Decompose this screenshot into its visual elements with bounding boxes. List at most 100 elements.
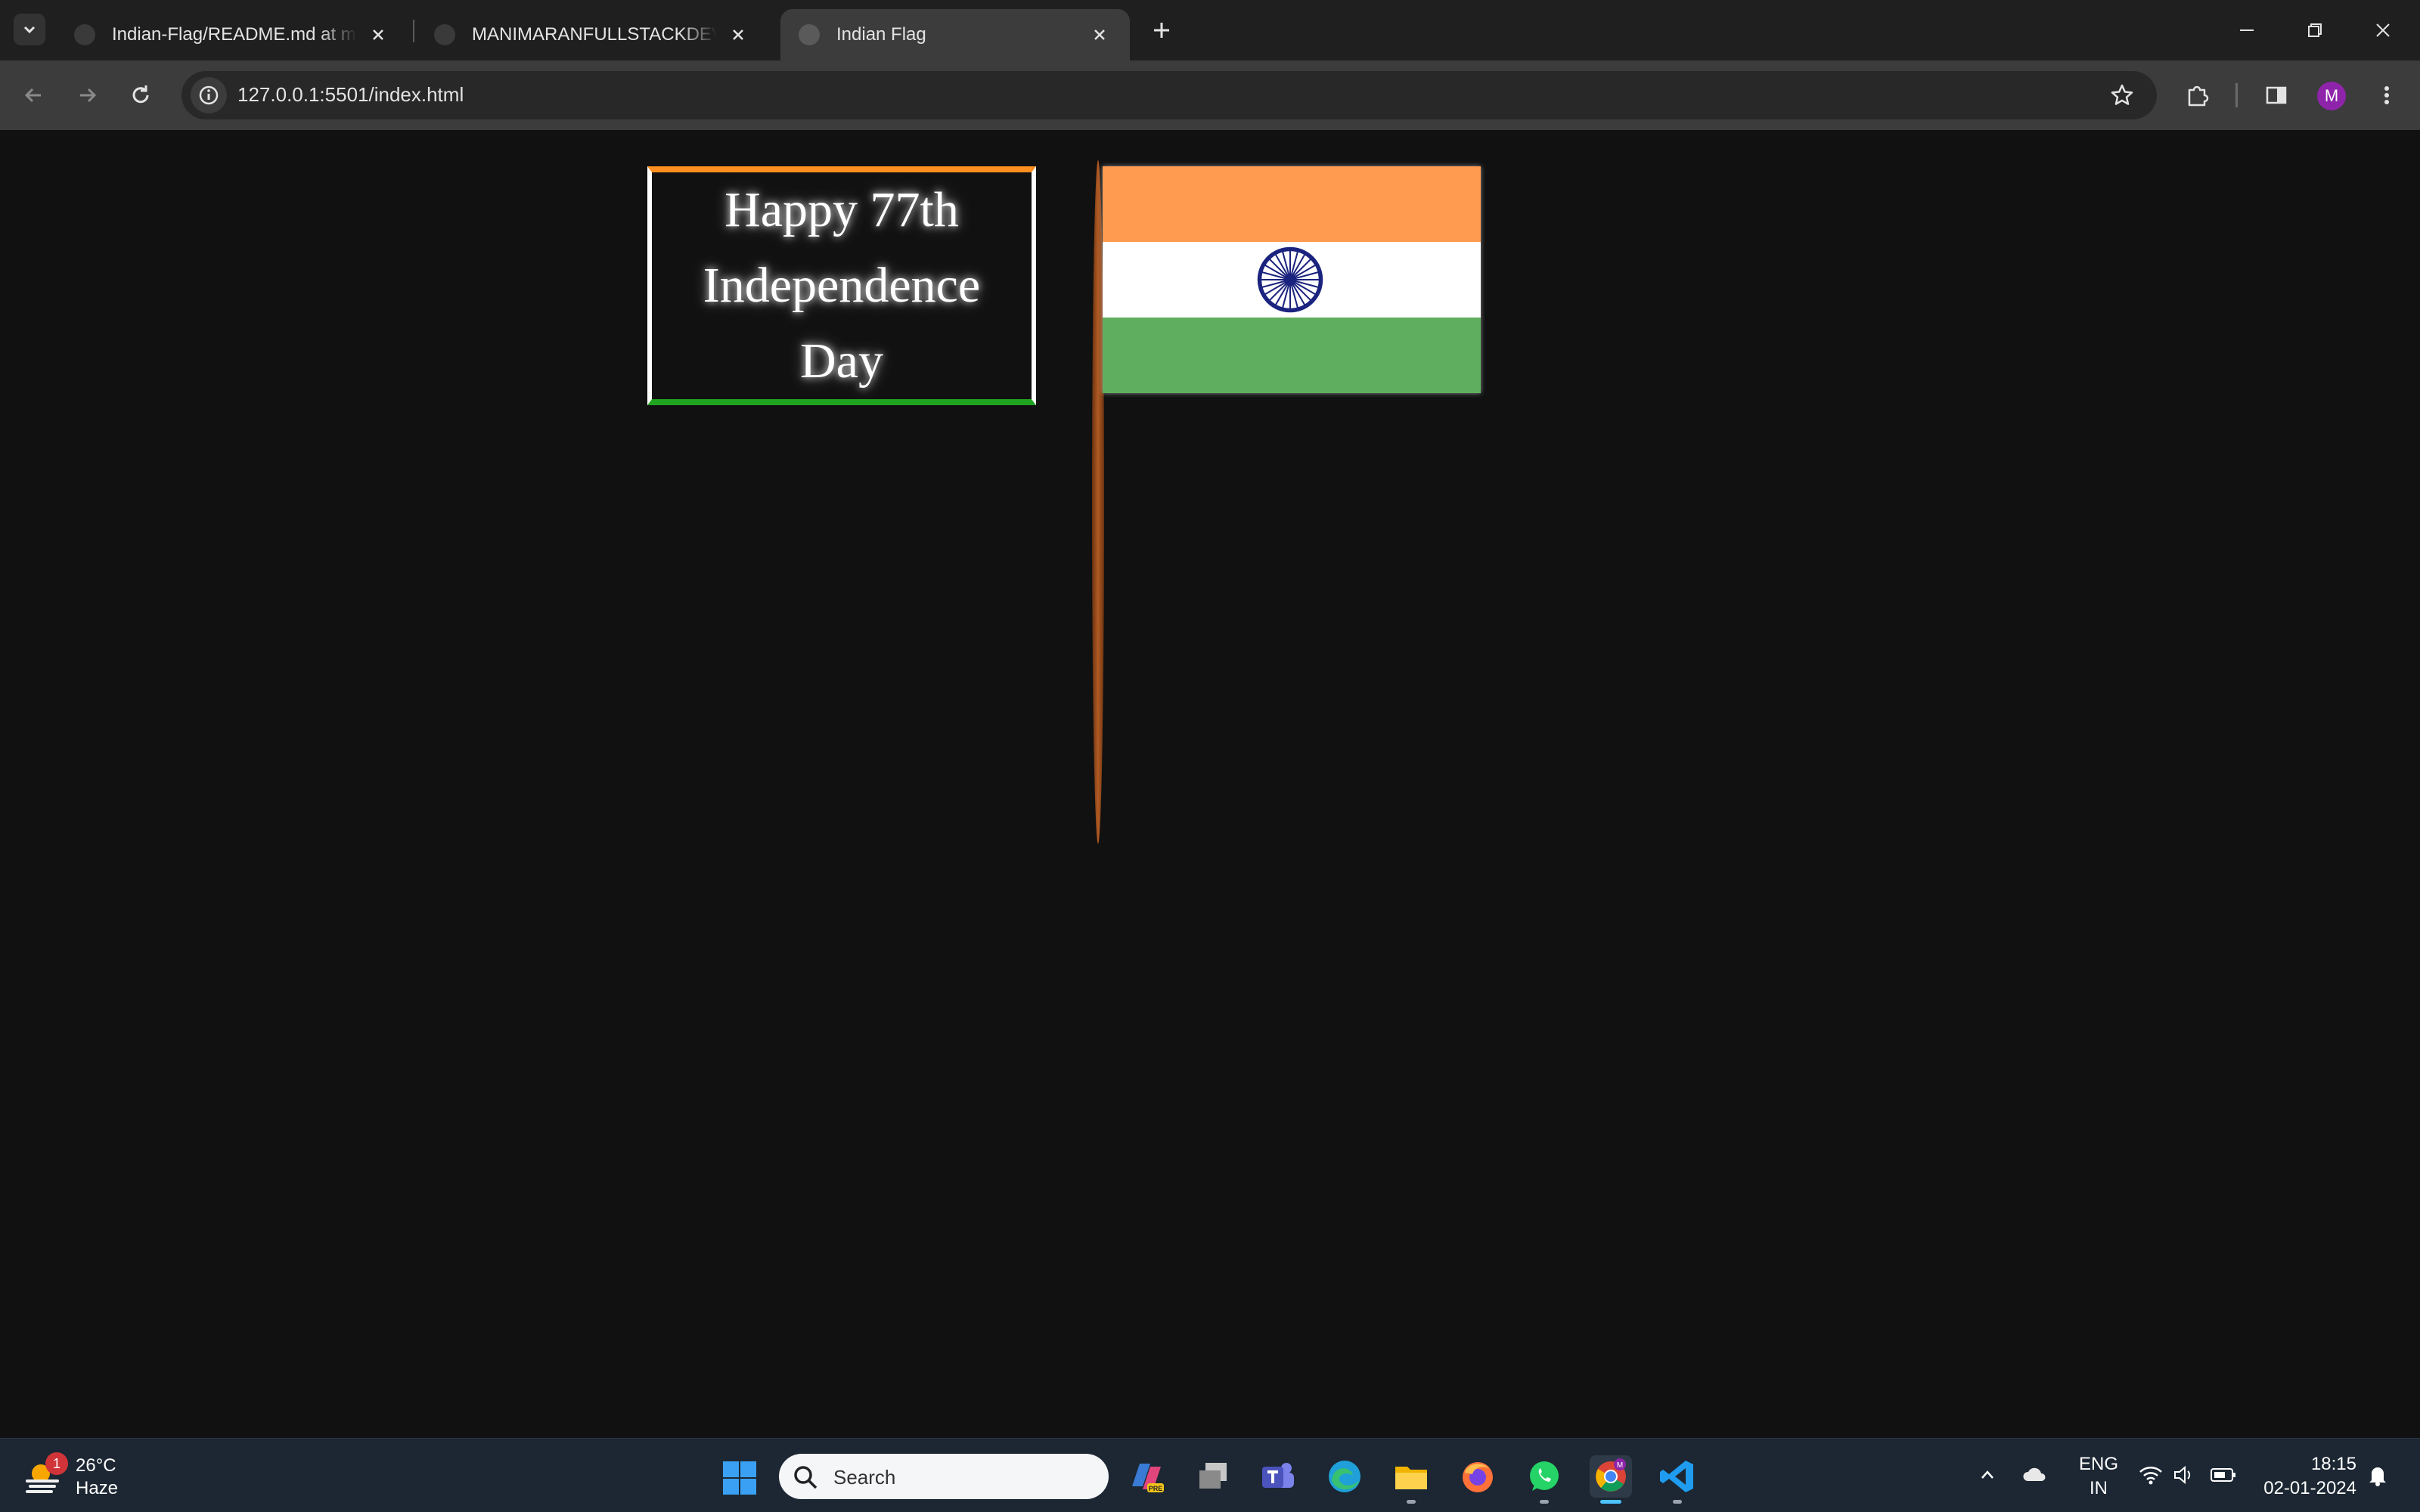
restore-icon	[2308, 23, 2322, 37]
tab-title: MANIMARANFULLSTACKDEVELOPER	[472, 24, 717, 45]
firefox-icon	[1463, 1462, 1493, 1492]
tab-close-icon[interactable]	[366, 23, 390, 47]
running-indicator	[1407, 1500, 1416, 1504]
region-code: IN	[2090, 1478, 2108, 1498]
greeting-line: Independence	[703, 258, 981, 313]
search-placeholder: Search	[833, 1466, 896, 1489]
ashoka-chakra-icon	[1257, 246, 1323, 313]
taskbar-app-copilot[interactable]: PRE	[1125, 1455, 1168, 1498]
wifi-tray[interactable]	[2136, 1460, 2166, 1490]
browser-toolbar: 127.0.0.1:5501/index.html M	[0, 60, 2420, 130]
restore-button[interactable]	[2281, 8, 2349, 53]
globe-favicon-icon	[799, 24, 820, 45]
teams-icon	[1262, 1463, 1294, 1488]
tab-github-profile[interactable]: MANIMARANFULLSTACKDEVELOPER	[416, 9, 768, 60]
address-bar[interactable]: 127.0.0.1:5501/index.html	[182, 71, 2157, 119]
weather-condition: Haze	[76, 1478, 119, 1498]
tab-title: Indian Flag	[836, 24, 926, 45]
volume-icon	[2174, 1465, 2191, 1485]
windows-taskbar: 1 26°C Haze Search PRE M ENG IN 18:15 02…	[0, 1438, 2420, 1512]
menu-button[interactable]	[2367, 76, 2406, 115]
taskbar-app-task-view[interactable]	[1192, 1455, 1234, 1498]
battery-tray[interactable]	[2208, 1460, 2238, 1490]
indian-flag	[1103, 166, 1481, 393]
svg-text:PRE: PRE	[1149, 1485, 1163, 1492]
arrow-right-icon	[80, 88, 97, 103]
tab-search-button[interactable]	[14, 14, 45, 45]
show-hidden-icons-button[interactable]	[1972, 1460, 2003, 1490]
edge-icon	[1329, 1461, 1360, 1492]
chevron-down-icon	[23, 26, 36, 34]
tab-github-readme[interactable]: Indian-Flag/README.md at main · MANIMARA…	[56, 9, 408, 60]
running-indicator	[1540, 1500, 1549, 1504]
tab-separator	[413, 20, 414, 42]
info-icon	[199, 85, 219, 105]
file-explorer-icon	[1395, 1467, 1427, 1489]
copilot-icon: PRE	[1132, 1464, 1164, 1492]
tab-indian-flag[interactable]: Indian Flag	[780, 9, 1130, 60]
close-window-button[interactable]	[2349, 8, 2417, 53]
wifi-icon	[2139, 1467, 2162, 1485]
weather-temperature: 26°C	[76, 1455, 116, 1476]
taskbar-app-edge[interactable]	[1323, 1455, 1366, 1498]
taskbar-search-box[interactable]: Search	[779, 1454, 1109, 1499]
profile-avatar[interactable]: M	[2317, 82, 2346, 110]
input-language-indicator[interactable]: ENG IN	[2072, 1452, 2125, 1501]
more-vert-icon	[2384, 86, 2389, 104]
url-text: 127.0.0.1:5501/index.html	[237, 83, 464, 106]
taskbar-app-chrome[interactable]: M	[1590, 1455, 1632, 1504]
search-icon	[794, 1466, 818, 1489]
chrome-icon: M	[1596, 1458, 1626, 1492]
svg-text:M: M	[1617, 1461, 1623, 1470]
bookmark-button[interactable]	[2105, 79, 2139, 112]
taskbar-app-file-explorer[interactable]	[1390, 1455, 1432, 1504]
back-button[interactable]	[14, 76, 53, 115]
system-clock[interactable]: 18:15 02-01-2024	[2251, 1452, 2356, 1501]
github-favicon-icon	[434, 24, 455, 45]
flag-white-band	[1103, 242, 1481, 318]
bell-icon	[2369, 1467, 2386, 1486]
tab-strip: Indian-Flag/README.md at main · MANIMARA…	[0, 0, 2420, 60]
page-content: Happy 77th Independence Day	[0, 130, 2420, 1438]
clock-date: 02-01-2024	[2263, 1478, 2356, 1498]
battery-icon	[2211, 1468, 2235, 1482]
close-icon	[2376, 23, 2390, 37]
site-info-button[interactable]	[191, 77, 227, 113]
clock-time: 18:15	[2310, 1454, 2356, 1474]
minimize-icon	[2240, 29, 2254, 31]
language-code: ENG	[2078, 1454, 2118, 1474]
weather-widget[interactable]: 1 26°C Haze	[24, 1452, 130, 1501]
new-tab-button[interactable]	[1146, 15, 1177, 45]
notification-badge: 1	[45, 1452, 68, 1475]
flag-green-band	[1103, 318, 1481, 393]
tab-close-icon[interactable]	[726, 23, 750, 47]
active-app-indicator	[1600, 1500, 1621, 1504]
chevron-up-icon	[1981, 1470, 1993, 1479]
windows-start-icon[interactable]	[721, 1460, 758, 1496]
tab-title: Indian-Flag/README.md at main · MANIMARA…	[112, 24, 357, 45]
extensions-button[interactable]	[2178, 76, 2217, 115]
plus-icon	[1154, 23, 1169, 38]
forward-button[interactable]	[68, 76, 107, 115]
cloud-icon	[2023, 1467, 2046, 1481]
github-favicon-icon	[74, 24, 95, 45]
taskbar-app-whatsapp[interactable]	[1523, 1455, 1565, 1504]
task-view-icon	[1199, 1463, 1227, 1489]
greeting-line: Happy 77th	[724, 182, 959, 237]
tab-close-icon[interactable]	[1087, 23, 1112, 47]
star-icon	[2111, 84, 2133, 105]
taskbar-app-vscode[interactable]	[1656, 1455, 1699, 1504]
side-panel-icon	[2266, 86, 2287, 104]
minimize-button[interactable]	[2213, 8, 2281, 53]
onedrive-tray[interactable]	[2019, 1460, 2049, 1490]
running-indicator	[1673, 1500, 1682, 1504]
flag-saffron-band	[1103, 166, 1481, 242]
taskbar-app-firefox[interactable]	[1457, 1455, 1499, 1498]
taskbar-app-teams[interactable]	[1257, 1455, 1299, 1498]
greeting-line: Day	[800, 333, 883, 389]
whatsapp-icon	[1530, 1461, 1559, 1491]
volume-tray[interactable]	[2169, 1460, 2199, 1490]
reload-button[interactable]	[121, 76, 160, 115]
notifications-button[interactable]	[2363, 1460, 2393, 1490]
side-panel-button[interactable]	[2257, 76, 2296, 115]
